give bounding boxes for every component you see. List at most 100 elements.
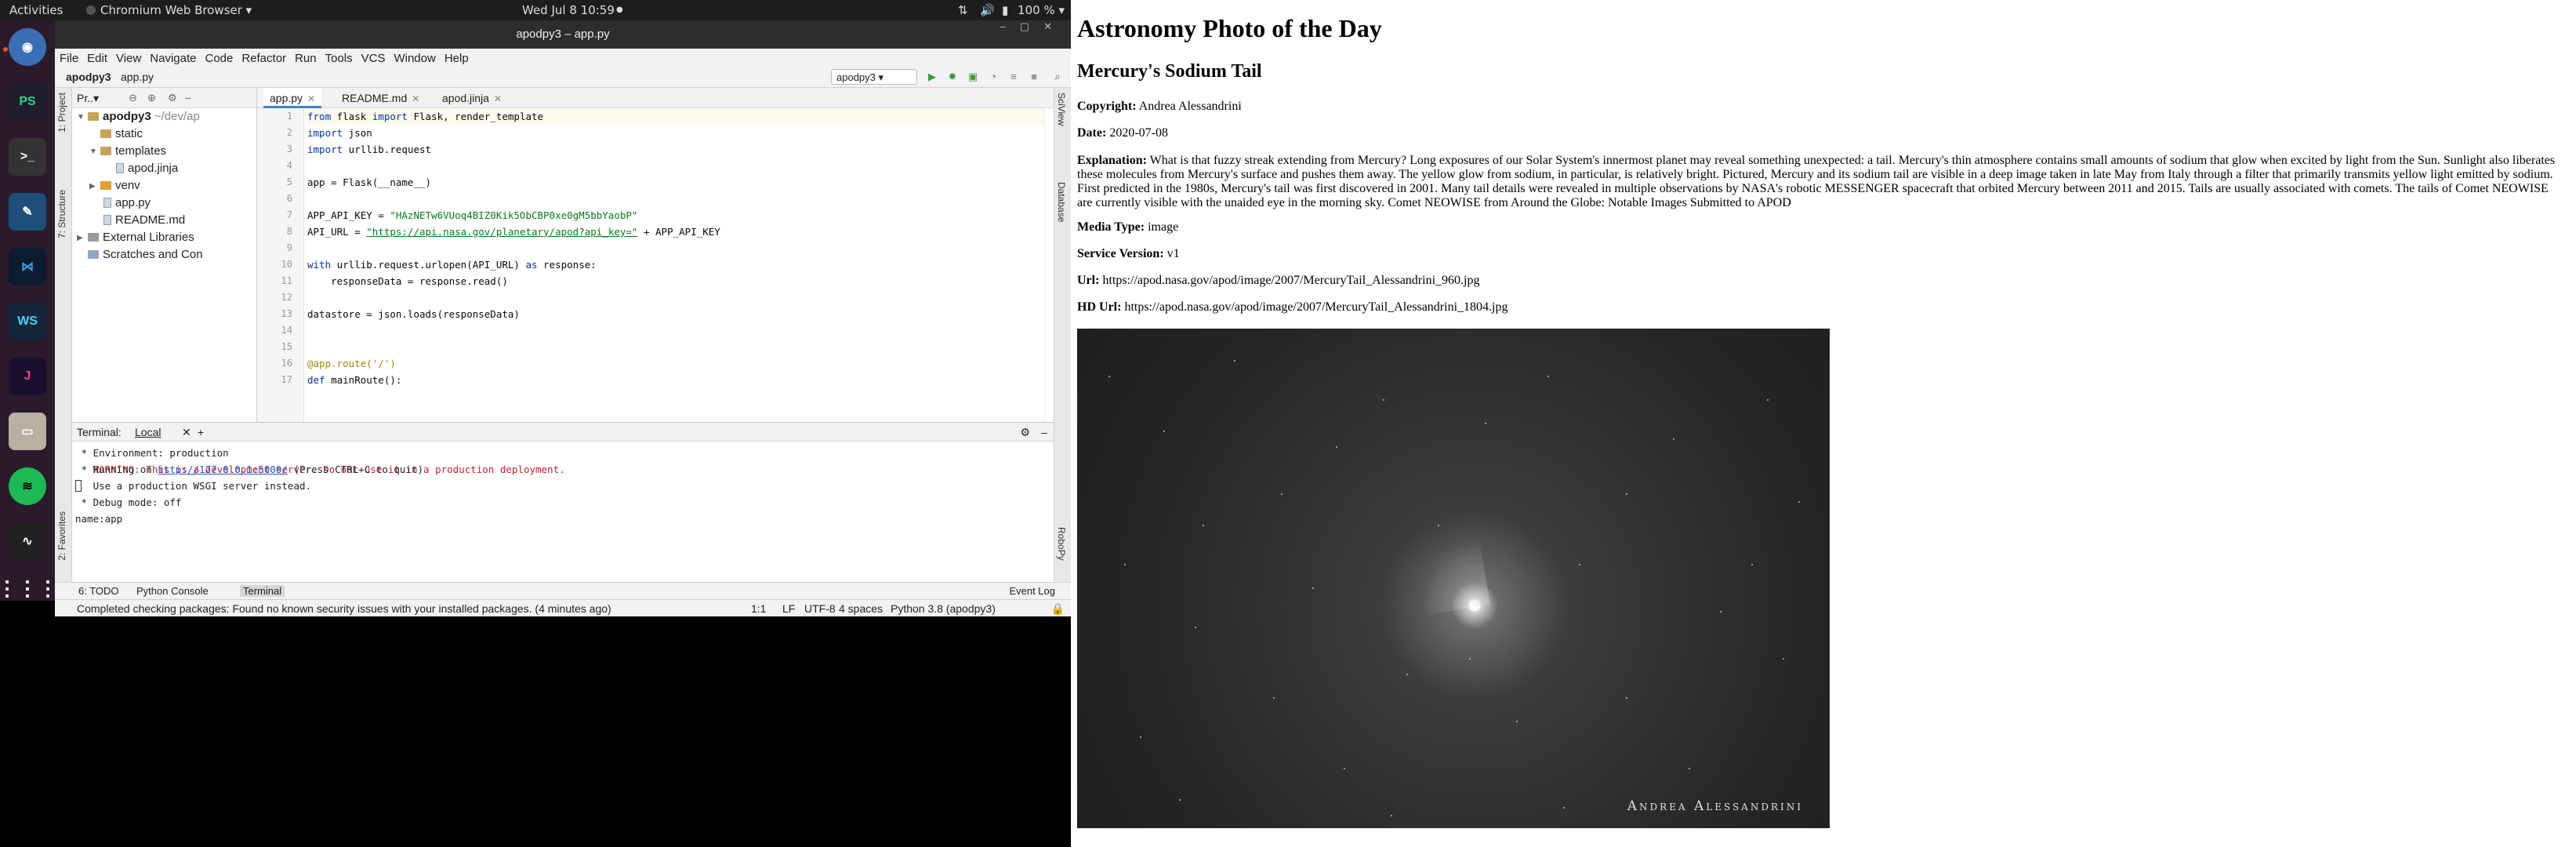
network-icon[interactable]: ⇅ bbox=[958, 3, 968, 17]
server-link[interactable]: http://127.0.0.1:5000/ bbox=[158, 463, 288, 475]
spotify-icon[interactable]: ≋ bbox=[9, 467, 46, 505]
app-icon[interactable]: ✎ bbox=[9, 193, 46, 231]
star bbox=[1689, 768, 1690, 769]
show-apps-icon[interactable]: ⋮⋮⋮ bbox=[0, 569, 58, 607]
editor-scrollbar[interactable] bbox=[1044, 108, 1054, 422]
close-icon[interactable]: ✕ bbox=[182, 426, 191, 439]
menu-refactor[interactable]: Refactor bbox=[237, 49, 290, 65]
collapse-icon[interactable]: ⊖ bbox=[129, 92, 137, 104]
hide-icon[interactable]: – bbox=[185, 92, 190, 104]
system-monitor-icon[interactable]: ∿ bbox=[9, 522, 46, 560]
tree-item-static[interactable]: static bbox=[100, 125, 143, 143]
menu-help[interactable]: Help bbox=[440, 49, 473, 65]
concurrency-icon[interactable]: ≡ bbox=[1008, 71, 1019, 82]
close-icon[interactable]: ✕ bbox=[494, 93, 502, 104]
clock[interactable]: Wed Jul 8 10:59 bbox=[522, 3, 615, 17]
star bbox=[1767, 399, 1769, 401]
profile-icon[interactable]: ◔ bbox=[988, 71, 999, 82]
status-message[interactable]: Completed checking packages: Found no kn… bbox=[77, 602, 611, 615]
hide-icon[interactable]: – bbox=[1041, 426, 1047, 438]
menu-code[interactable]: Code bbox=[200, 49, 237, 65]
file-encoding[interactable]: UTF-8 bbox=[804, 602, 836, 615]
tree-item-apod-jinja[interactable]: apod.jinja bbox=[116, 160, 178, 177]
coverage-icon[interactable]: ▣ bbox=[967, 71, 978, 82]
menu-vcs[interactable]: VCS bbox=[357, 49, 390, 65]
tree-item-apodpy3[interactable]: apodpy3 ~/dev/ap bbox=[88, 108, 200, 125]
chevron-down-icon[interactable]: ▼ bbox=[89, 147, 97, 156]
cursor-position[interactable]: 1:1 bbox=[751, 602, 766, 615]
menu-tools[interactable]: Tools bbox=[321, 49, 357, 65]
window-controls[interactable]: –▢✕ bbox=[1000, 20, 1066, 33]
breadcrumb-project[interactable]: apodpy3 bbox=[66, 71, 111, 83]
line-number: 14 bbox=[281, 325, 292, 336]
chevron-down-icon[interactable]: ▼ bbox=[77, 113, 85, 122]
volume-icon[interactable]: 🔊 bbox=[980, 3, 995, 17]
chromium-icon[interactable]: ◉ bbox=[9, 28, 46, 66]
lock-icon[interactable]: 🔒 bbox=[1051, 602, 1065, 616]
tree-item-readme[interactable]: README.md bbox=[103, 212, 185, 229]
menu-navigate[interactable]: Navigate bbox=[145, 49, 200, 65]
menu-window[interactable]: Window bbox=[389, 49, 439, 65]
tool-event-log[interactable]: Event Log bbox=[1009, 585, 1055, 597]
tab-app-py[interactable]: app.py ✕ bbox=[263, 88, 322, 108]
search-everywhere-icon[interactable]: ⌕ bbox=[1052, 71, 1063, 82]
tool-structure[interactable]: 7: Structure bbox=[56, 190, 67, 238]
app-menu[interactable]: Chromium Web Browser ▾ bbox=[86, 3, 252, 17]
tree-item-venv[interactable]: venv bbox=[100, 177, 140, 194]
run-icon[interactable]: ▶ bbox=[927, 71, 938, 82]
code-area[interactable]: from flask import Flask, render_template… bbox=[307, 108, 1044, 422]
terminal-output[interactable]: * Environment: production WARNING: This … bbox=[72, 442, 1054, 525]
close-icon[interactable]: ✕ bbox=[307, 93, 315, 104]
tree-item-scratches[interactable]: Scratches and Con bbox=[88, 246, 203, 264]
menu-view[interactable]: View bbox=[111, 49, 145, 65]
tree-item-templates[interactable]: templates bbox=[100, 143, 166, 160]
tool-todo[interactable]: 6: TODO bbox=[78, 585, 119, 597]
gear-icon[interactable]: ⚙ bbox=[168, 92, 177, 104]
menu-run[interactable]: Run bbox=[290, 49, 321, 65]
breadcrumb-file[interactable]: app.py bbox=[121, 71, 154, 83]
files-icon[interactable]: ▭ bbox=[9, 413, 46, 450]
tree-item-external-libraries[interactable]: External Libraries bbox=[88, 229, 194, 246]
expand-icon[interactable]: ⊕ bbox=[147, 92, 156, 104]
battery-icon[interactable]: ▮ bbox=[1002, 3, 1008, 17]
terminal-tab-local[interactable]: Local bbox=[135, 426, 161, 438]
jetbrains-icon[interactable]: J bbox=[9, 358, 46, 395]
python-interpreter[interactable]: Python 3.8 (apodpy3) bbox=[891, 602, 996, 615]
star bbox=[1234, 360, 1235, 362]
debug-icon[interactable]: ✹ bbox=[947, 71, 958, 82]
tool-database[interactable]: Database bbox=[1056, 182, 1067, 222]
tool-robopy[interactable]: RoboPy bbox=[1056, 527, 1067, 561]
tree-item-app-py[interactable]: app.py bbox=[103, 194, 151, 212]
pycharm-icon[interactable]: PS bbox=[9, 83, 46, 121]
tool-terminal[interactable]: Terminal bbox=[240, 585, 285, 597]
menu-edit[interactable]: Edit bbox=[82, 49, 111, 65]
stop-icon[interactable]: ■ bbox=[1029, 71, 1039, 82]
battery-percent[interactable]: 100 % ▾ bbox=[1018, 3, 1065, 17]
tool-favorites[interactable]: 2: Favorites bbox=[56, 511, 67, 561]
gear-icon[interactable]: ⚙ bbox=[1020, 426, 1030, 439]
tool-sciview[interactable]: SciView bbox=[1056, 93, 1067, 125]
tool-project[interactable]: 1: Project bbox=[56, 93, 67, 133]
add-terminal-icon[interactable]: + bbox=[198, 426, 204, 438]
webstorm-icon[interactable]: WS bbox=[9, 303, 46, 340]
terminal-icon[interactable]: >_ bbox=[9, 138, 46, 176]
run-config-select[interactable]: apodpy3 ▾ bbox=[831, 69, 917, 85]
tab-readme[interactable]: README.md ✕ bbox=[336, 88, 426, 108]
indent-setting[interactable]: 4 spaces bbox=[839, 602, 883, 615]
line-number: 15 bbox=[281, 341, 292, 352]
menu-file[interactable]: File bbox=[55, 49, 82, 65]
close-icon[interactable]: ✕ bbox=[412, 93, 419, 104]
tab-apod-jinja[interactable]: apod.jinja ✕ bbox=[436, 88, 508, 108]
star bbox=[1673, 438, 1674, 440]
activities-button[interactable]: Activities bbox=[9, 3, 63, 17]
star bbox=[1344, 768, 1345, 769]
tool-python-console[interactable]: Python Console bbox=[136, 585, 209, 597]
code-line: def mainRoute(): bbox=[307, 374, 402, 386]
line-separator[interactable]: LF bbox=[782, 602, 795, 615]
chevron-right-icon[interactable]: ▶ bbox=[77, 234, 83, 242]
chevron-right-icon[interactable]: ▶ bbox=[89, 182, 96, 191]
line-number: 1 bbox=[286, 111, 292, 122]
vscode-icon[interactable]: ⋈ bbox=[9, 248, 46, 285]
project-view-select[interactable]: Pr..▾ bbox=[77, 92, 99, 104]
